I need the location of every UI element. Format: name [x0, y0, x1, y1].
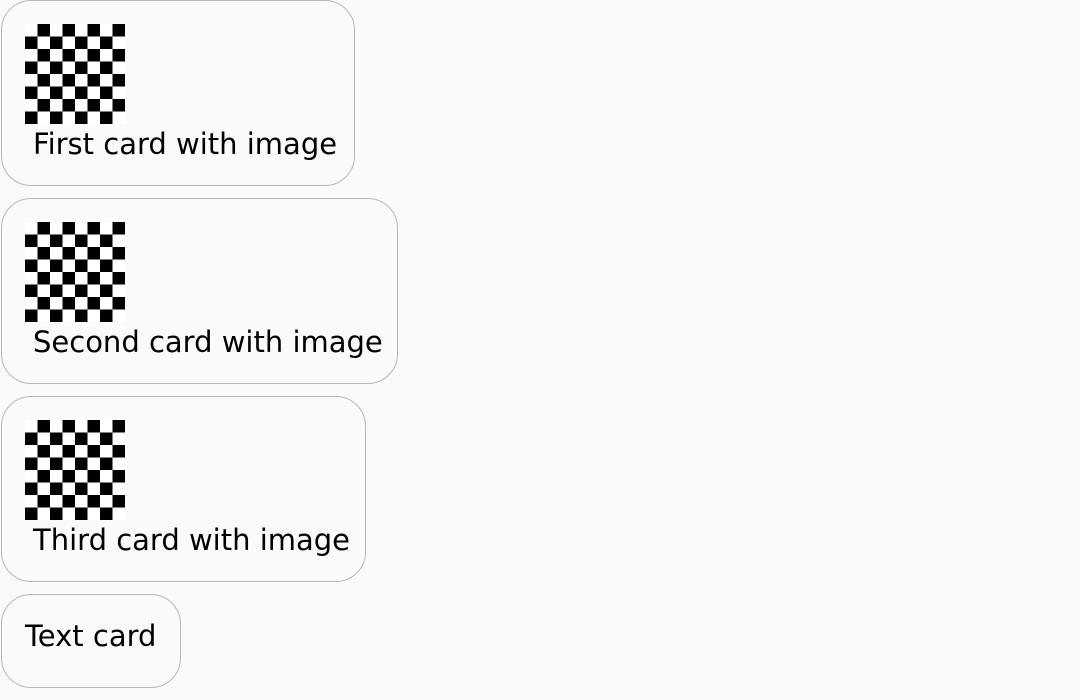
checkerboard-image [25, 24, 125, 124]
card-text: Third card with image [33, 523, 351, 557]
checkerboard-image [25, 420, 125, 520]
card-text: Text card [25, 619, 157, 653]
checkerboard-image [25, 222, 125, 322]
card-text: First card with image [33, 127, 338, 161]
card-text: Second card with image [33, 325, 383, 359]
text-card[interactable]: Text card [1, 594, 181, 688]
second-image-card[interactable]: Second card with image [1, 198, 398, 384]
first-image-card[interactable]: First card with image [1, 0, 355, 186]
third-image-card[interactable]: Third card with image [1, 396, 366, 582]
